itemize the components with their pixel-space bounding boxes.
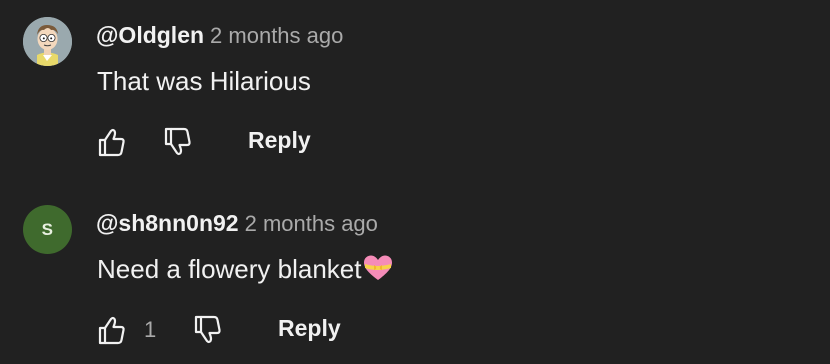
avatar[interactable]: S	[23, 205, 72, 254]
author-name[interactable]: @Oldglen	[96, 22, 204, 48]
comment-header: @Oldglen 2 months ago	[96, 22, 343, 49]
comment-text: That was Hilarious	[97, 66, 311, 96]
author-name[interactable]: @sh8nn0n92	[96, 210, 239, 236]
reply-button[interactable]: Reply	[278, 315, 341, 342]
like-button[interactable]	[96, 124, 128, 160]
like-count: 1	[144, 317, 157, 342]
thumbs-up-icon	[96, 124, 128, 160]
comment-timestamp[interactable]: 2 months ago	[245, 211, 378, 236]
comment-header: @sh8nn0n92 2 months ago	[96, 210, 378, 237]
avatar-letter: S	[41, 219, 54, 239]
heart-with-ribbon-icon	[363, 254, 393, 289]
thumbs-up-icon	[96, 312, 128, 348]
dislike-button[interactable]	[162, 124, 194, 160]
avatar[interactable]	[23, 17, 72, 66]
reply-button[interactable]: Reply	[248, 127, 311, 154]
dislike-button[interactable]	[192, 312, 224, 348]
thumbs-down-icon	[162, 124, 194, 160]
like-button[interactable]	[96, 312, 128, 348]
comment-text: Need a flowery blanket	[97, 254, 362, 284]
thumbs-down-icon	[192, 312, 224, 348]
comment-timestamp[interactable]: 2 months ago	[210, 23, 343, 48]
comment-text-container: Need a flowery blanket	[97, 254, 393, 289]
